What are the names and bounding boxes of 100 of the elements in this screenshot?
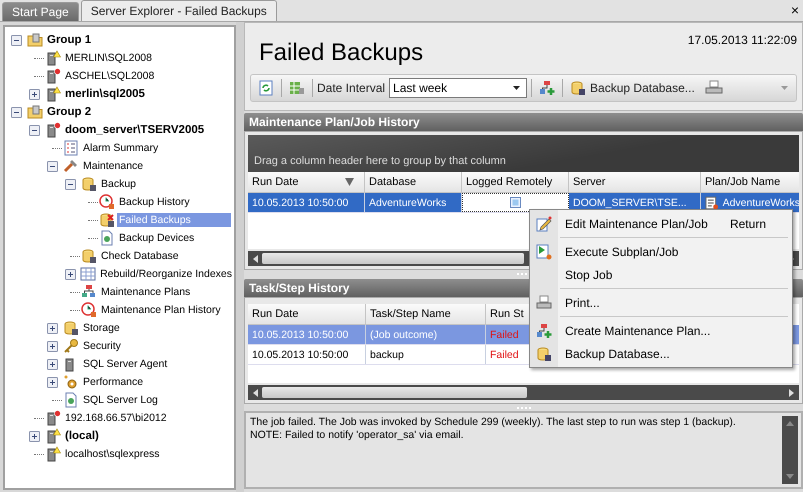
tree-item[interactable]: SQL Server Log <box>81 393 160 407</box>
database-icon <box>81 176 97 192</box>
database-icon <box>570 80 586 96</box>
tree-item[interactable]: (local) <box>63 429 101 443</box>
tree-item[interactable]: ASCHEL\SQL2008 <box>63 69 156 83</box>
printer-icon <box>704 80 723 96</box>
expand-icon[interactable] <box>47 376 58 388</box>
table-cell: (Job outcome) <box>370 328 438 340</box>
page-title: Failed Backups <box>258 38 424 68</box>
section-header: Maintenance Plan/Job History <box>244 113 803 131</box>
group-by-hint: Drag a column header here to group by that column <box>254 155 506 167</box>
tree-item[interactable]: Backup <box>99 177 138 191</box>
tree-item[interactable]: Security <box>81 339 123 353</box>
table-cell: 10.05.2013 10:50:00 <box>252 348 348 360</box>
timestamp: 17.05.2013 11:22:09 <box>688 32 797 49</box>
collapse-icon[interactable] <box>65 178 76 190</box>
clock-icon <box>99 194 115 210</box>
date-interval-dropdown[interactable]: Last week <box>389 78 528 98</box>
checklist-icon <box>63 140 79 156</box>
expand-icon[interactable] <box>29 88 40 100</box>
tree-item[interactable]: SQL Server Agent <box>81 357 170 371</box>
scroll-right-icon[interactable] <box>789 388 795 396</box>
expand-icon[interactable] <box>47 358 58 370</box>
database-icon <box>63 320 79 336</box>
menu-item[interactable]: Backup Database... <box>530 342 792 365</box>
tree-item[interactable]: Group 2 <box>45 105 94 119</box>
expand-icon[interactable] <box>47 322 58 334</box>
tree-item[interactable]: Check Database <box>99 249 181 263</box>
column-header[interactable]: Database <box>365 172 462 193</box>
database-icon <box>99 212 115 228</box>
collapse-icon[interactable] <box>11 34 22 46</box>
table-cell: Failed <box>490 328 519 340</box>
message-text: The job failed. The Job was invoked by Schedule 299 (weekly). The last step to run was step 1 (backup). NOTE: Failed to notify 'operator_sa' via email. <box>250 416 737 443</box>
tree-item[interactable]: MERLIN\SQL2008 <box>63 51 154 65</box>
tree-item[interactable]: 192.168.66.57\bi2012 <box>63 411 169 425</box>
database-icon <box>536 346 552 362</box>
backup-database-button[interactable]: Backup Database... <box>567 78 698 98</box>
column-header[interactable]: Server <box>569 172 701 193</box>
menu-item[interactable]: Execute Subplan/Job <box>530 240 792 263</box>
flowchart-icon <box>539 80 556 96</box>
date-interval-label: Date Interval <box>317 81 386 95</box>
printer-icon <box>536 294 552 310</box>
column-header[interactable]: Plan/Job Name <box>701 172 799 193</box>
scroll-left-icon[interactable] <box>252 388 258 396</box>
tree-item[interactable]: Alarm Summary <box>81 141 160 155</box>
tree-item[interactable]: Rebuild/Reorganize Indexes <box>98 267 234 281</box>
close-button[interactable]: × <box>786 2 803 20</box>
vertical-scrollbar[interactable] <box>782 416 798 484</box>
tab[interactable]: Start Page <box>2 2 79 21</box>
expand-icon[interactable] <box>47 340 58 352</box>
expand-icon[interactable] <box>65 268 76 280</box>
tree-item[interactable]: Backup Devices <box>117 231 196 245</box>
expand-icon[interactable] <box>29 430 40 442</box>
tree-item[interactable]: merlin\sql2005 <box>63 87 147 101</box>
tree-item[interactable]: Storage <box>81 321 122 335</box>
tree-item[interactable]: Backup History <box>117 195 192 209</box>
column-header[interactable]: Task/Step Name <box>366 304 486 325</box>
table-cell: 10.05.2013 10:50:00 <box>252 328 348 340</box>
clock-icon <box>81 302 97 318</box>
collapse-icon[interactable] <box>29 124 40 136</box>
table-cell: 10.05.2013 10:50:00 <box>252 196 348 208</box>
scroll-left-icon[interactable] <box>252 254 258 262</box>
table-cell: DOOM_SERVER\TSE... <box>573 196 687 208</box>
table-icon <box>80 266 96 282</box>
key-icon <box>63 338 79 354</box>
tab[interactable]: Server Explorer - Failed Backups <box>80 0 277 21</box>
gear-icon <box>63 374 79 390</box>
folder-icon <box>27 104 43 120</box>
flowchart-icon <box>81 284 97 300</box>
column-header[interactable]: Run Date <box>248 304 366 325</box>
column-header[interactable]: Logged Remotely <box>462 172 569 193</box>
pencil-icon <box>536 216 552 232</box>
refresh-icon <box>258 80 274 96</box>
tools-icon <box>63 158 79 174</box>
tree-item[interactable]: Maintenance Plan History <box>99 303 223 317</box>
menu-item[interactable]: Edit Maintenance Plan/Job Return <box>530 212 792 235</box>
tree-item[interactable]: Maintenance <box>81 159 146 173</box>
tree-item[interactable]: Performance <box>81 375 146 389</box>
shortcut-text: Return <box>730 216 767 230</box>
run-icon <box>536 244 552 260</box>
table-cell: AdventureWorks <box>369 196 446 208</box>
folder-icon <box>27 32 43 48</box>
caret-icon <box>513 86 520 90</box>
table-cell: backup <box>370 348 404 360</box>
plan-icon <box>705 196 719 210</box>
tree-item[interactable]: Maintenance Plans <box>99 285 192 299</box>
tree-item[interactable]: Group 1 <box>45 33 94 47</box>
tree-item[interactable]: doom_server\TSERV2005 <box>63 123 206 137</box>
database-icon <box>81 248 97 264</box>
scroll-down-icon[interactable] <box>786 474 794 479</box>
notebook-icon <box>63 392 79 408</box>
horizontal-scrollbar[interactable] <box>248 385 799 400</box>
table-cell: Failed <box>490 348 519 360</box>
scroll-up-icon[interactable] <box>786 421 794 426</box>
tree-item[interactable]: localhost\sqlexpress <box>63 447 162 461</box>
collapse-icon[interactable] <box>47 160 58 172</box>
column-header[interactable]: Run Date <box>248 172 365 193</box>
checkbox[interactable] <box>510 197 521 208</box>
document-icon <box>99 230 115 246</box>
collapse-icon[interactable] <box>11 106 22 118</box>
